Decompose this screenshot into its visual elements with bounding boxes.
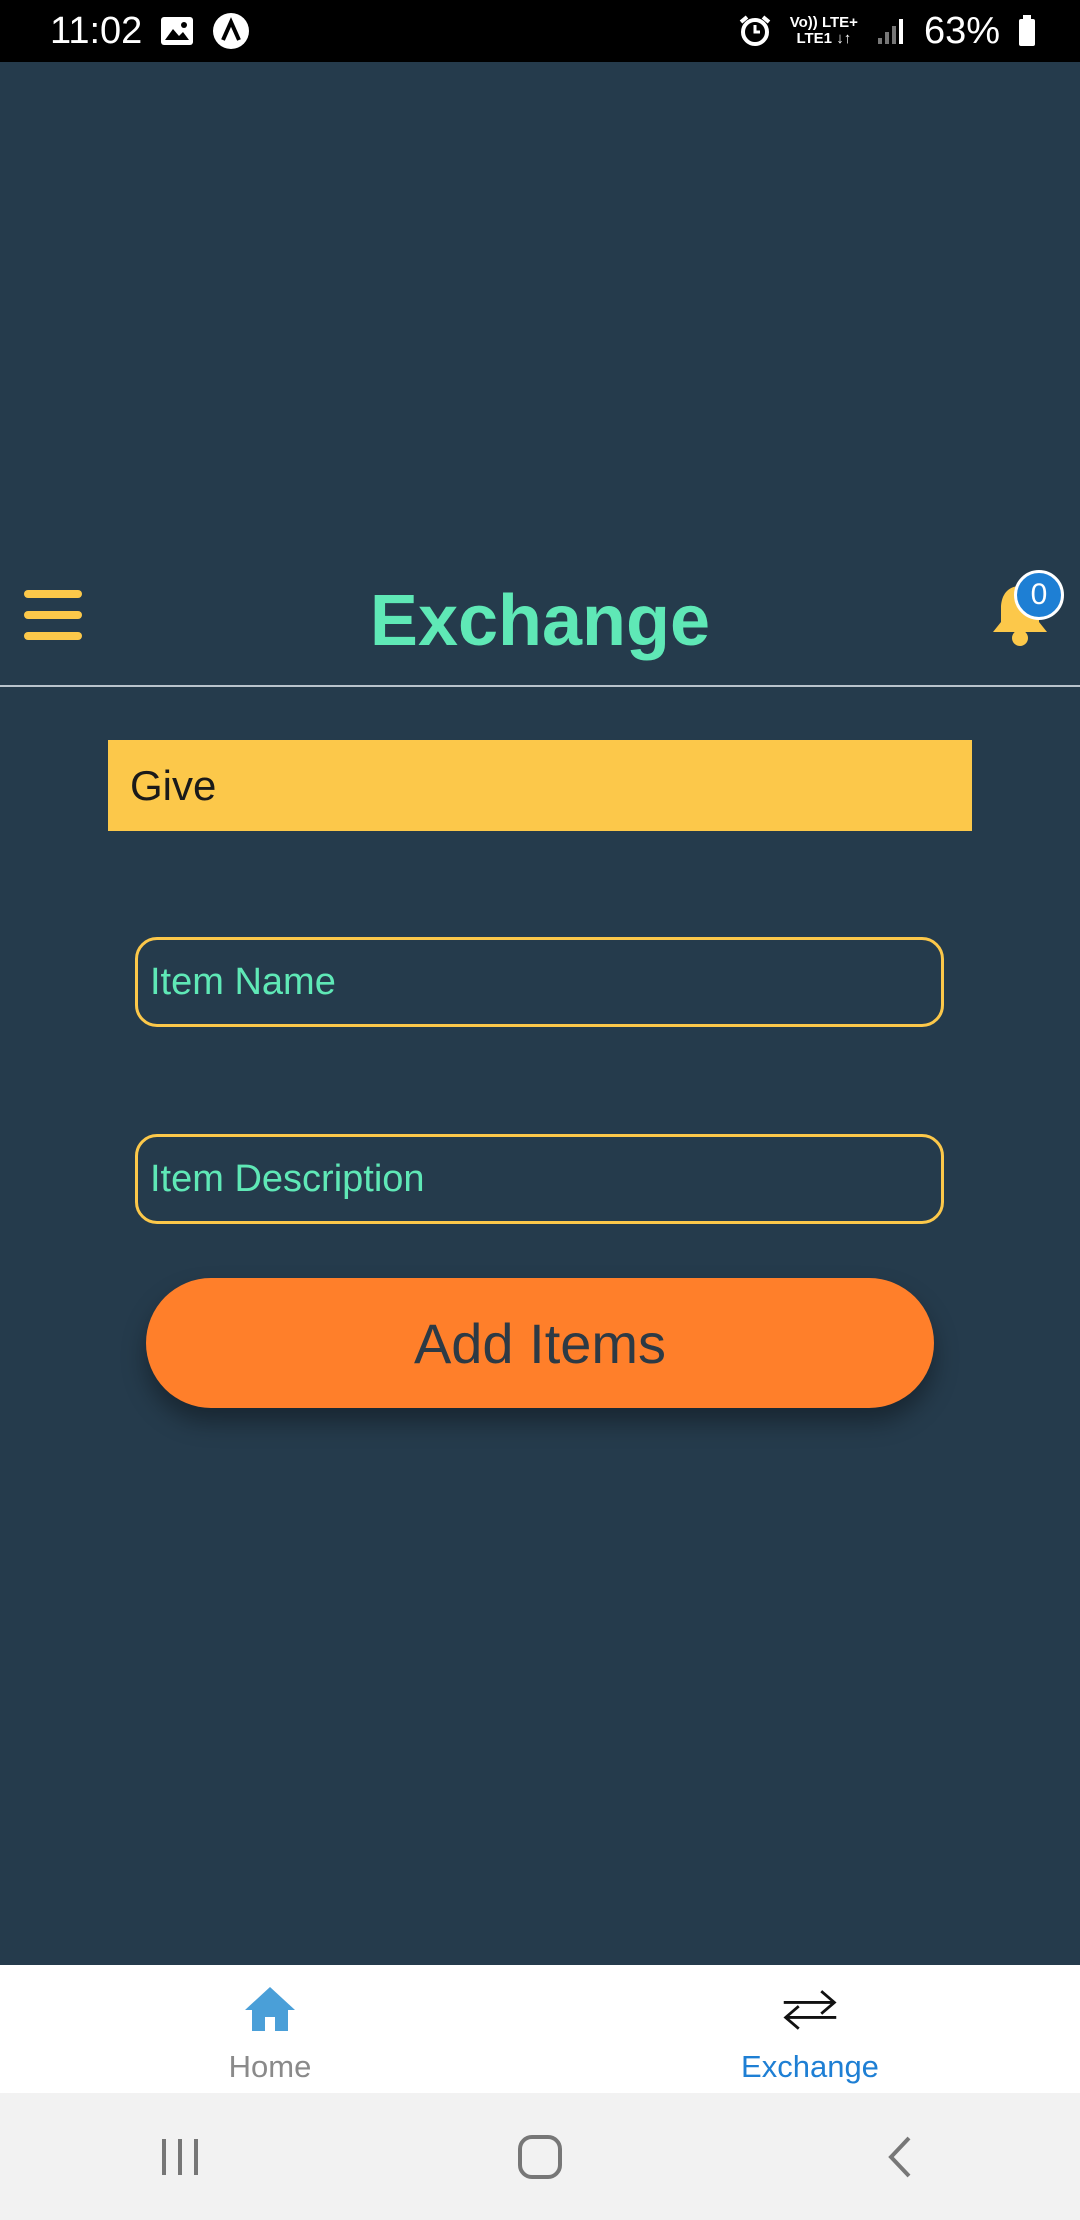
app-notification-icon xyxy=(212,12,250,50)
exchange-icon xyxy=(780,1979,840,2039)
add-items-button[interactable]: Add Items xyxy=(146,1278,934,1408)
network-indicator: Vo)) LTE+ LTE1 ↓↑ xyxy=(790,15,858,47)
signal-icon xyxy=(876,16,906,46)
give-label: Give xyxy=(130,761,217,809)
status-time: 11:02 xyxy=(50,9,143,52)
gallery-icon xyxy=(160,16,194,46)
status-left: 11:02 xyxy=(50,10,250,53)
home-icon xyxy=(240,1979,300,2039)
tab-exchange[interactable]: Exchange xyxy=(540,1965,1080,2093)
give-section-header: Give xyxy=(108,740,972,831)
alarm-icon xyxy=(738,14,772,48)
header-divider xyxy=(0,685,1080,687)
status-bar: 11:02 Vo)) LTE+ LTE1 ↓↑ 63% xyxy=(0,0,1080,62)
status-right: Vo)) LTE+ LTE1 ↓↑ 63% xyxy=(738,10,1036,53)
page-title: Exchange xyxy=(369,581,711,661)
back-icon xyxy=(888,2136,911,2177)
home-nav-button[interactable] xyxy=(500,2117,580,2197)
home-circle-icon xyxy=(518,2134,562,2179)
tab-exchange-label: Exchange xyxy=(741,2049,879,2084)
item-description-input[interactable] xyxy=(135,1134,944,1224)
notification-badge: 0 xyxy=(1014,570,1064,620)
item-name-input[interactable] xyxy=(135,937,944,1027)
tab-home-label: Home xyxy=(228,2049,312,2084)
network-top-text: Vo)) LTE+ xyxy=(789,14,858,31)
recent-apps-button[interactable] xyxy=(140,2117,220,2197)
tab-home[interactable]: Home xyxy=(0,1965,540,2093)
battery-percent: 63% xyxy=(923,9,1000,52)
app-header: Exchange xyxy=(0,560,1080,685)
back-button[interactable] xyxy=(860,2117,940,2197)
system-nav-bar xyxy=(0,2093,1080,2220)
recent-apps-icon xyxy=(162,2138,198,2175)
battery-icon xyxy=(1018,15,1036,47)
network-bottom-text: LTE1 ↓↑ xyxy=(796,30,852,47)
bottom-tab-bar: Home Exchange xyxy=(0,1965,1080,2093)
